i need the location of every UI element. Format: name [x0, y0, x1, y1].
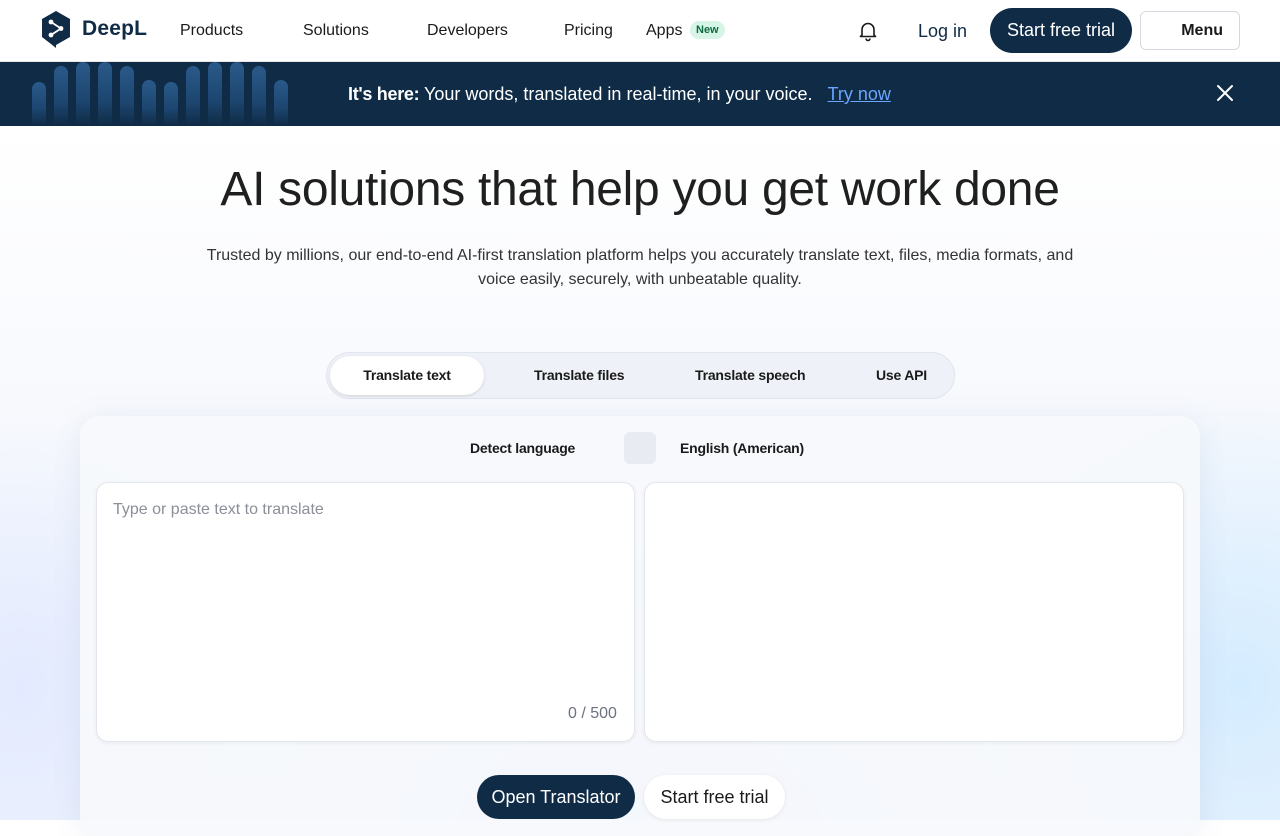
- target-text-output: [644, 482, 1184, 742]
- close-icon[interactable]: [1215, 83, 1235, 103]
- nav-developers[interactable]: Developers: [427, 21, 508, 41]
- bell-icon[interactable]: [857, 20, 879, 42]
- hero-title: AI solutions that help you get work done: [220, 163, 1060, 216]
- wave-bar: [142, 80, 156, 126]
- banner-message: It's here: Your words, translated in rea…: [348, 84, 891, 104]
- banner-body: Your words, translated in real-time, in …: [424, 84, 813, 104]
- sound-wave-decoration: [32, 62, 292, 126]
- announcement-banner: It's here: Your words, translated in rea…: [0, 62, 1280, 126]
- tab-translate-text[interactable]: Translate text: [330, 356, 484, 395]
- nav-products[interactable]: Products: [180, 21, 243, 41]
- login-link[interactable]: Log in: [918, 20, 967, 42]
- start-free-trial-button[interactable]: Start free trial: [990, 8, 1132, 53]
- brand-name: DeepL: [82, 17, 148, 40]
- wave-bar: [208, 62, 222, 126]
- tab-translate-files[interactable]: Translate files: [534, 356, 625, 395]
- nav-pricing[interactable]: Pricing: [564, 21, 613, 41]
- top-navigation: DeepL Products Solutions Developers Pric…: [0, 0, 1280, 62]
- source-text-input[interactable]: [96, 482, 635, 742]
- new-badge: New: [690, 21, 725, 39]
- start-free-trial-secondary-button[interactable]: Start free trial: [644, 775, 785, 819]
- source-placeholder: Type or paste text to translate: [113, 501, 324, 518]
- deepl-logo[interactable]: DeepL: [40, 10, 147, 48]
- tab-use-api[interactable]: Use API: [876, 356, 927, 395]
- menu-button[interactable]: Menu: [1140, 11, 1240, 50]
- nav-apps[interactable]: Apps: [646, 21, 682, 41]
- hero-subtitle: Trusted by millions, our end-to-end AI-f…: [206, 247, 1074, 288]
- wave-bar: [54, 66, 68, 126]
- wave-bar: [252, 66, 266, 126]
- wave-bar: [98, 62, 112, 126]
- deepl-logo-icon: [42, 11, 70, 48]
- wave-bar: [76, 62, 90, 126]
- wave-bar: [186, 66, 200, 126]
- translation-mode-tabs: Translate text Translate files Translate…: [326, 352, 955, 399]
- banner-lead: It's here:: [348, 84, 420, 104]
- source-language-selector[interactable]: Detect language: [470, 440, 575, 456]
- character-counter: 0 / 500: [568, 705, 617, 722]
- tab-translate-speech[interactable]: Translate speech: [695, 356, 806, 395]
- open-translator-button[interactable]: Open Translator: [477, 775, 635, 819]
- wave-bar: [274, 80, 288, 126]
- wave-bar: [120, 66, 134, 126]
- wave-bar: [164, 82, 178, 126]
- swap-icon[interactable]: [624, 432, 656, 464]
- nav-solutions[interactable]: Solutions: [303, 21, 369, 41]
- try-now-link[interactable]: Try now: [828, 84, 891, 104]
- wave-bar: [230, 62, 244, 126]
- target-language-selector[interactable]: English (American): [680, 440, 804, 456]
- wave-bar: [32, 82, 46, 126]
